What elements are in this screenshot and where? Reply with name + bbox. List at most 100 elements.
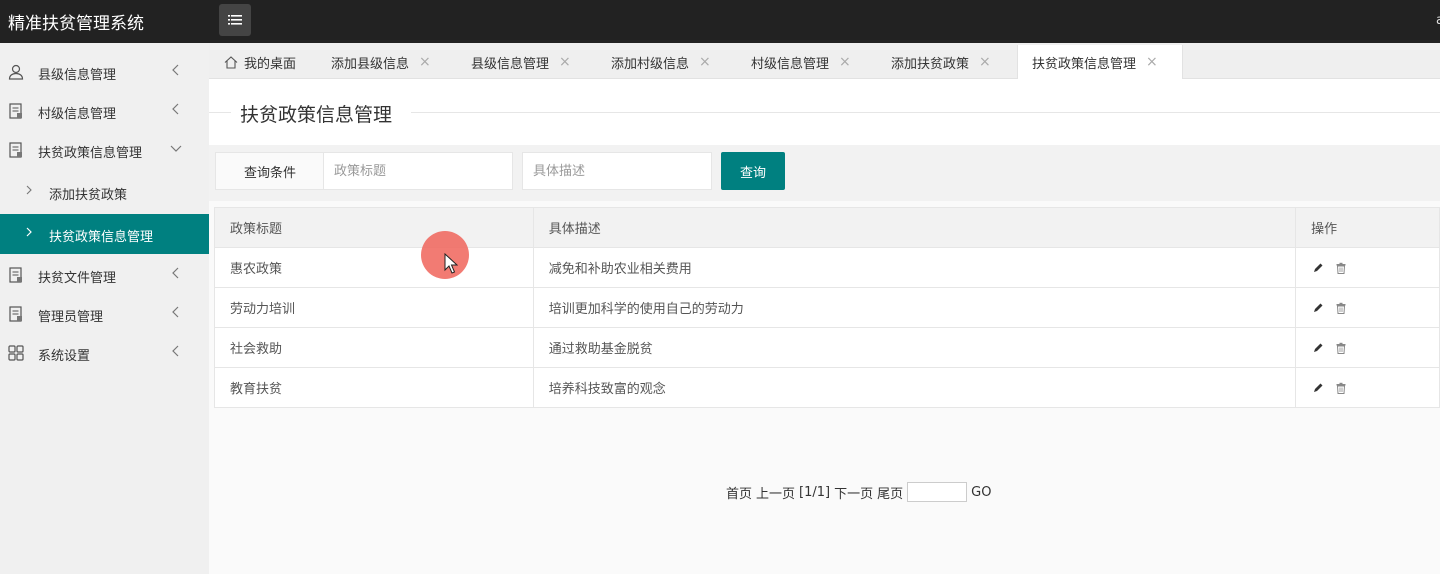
go-button[interactable]: GO xyxy=(971,485,991,500)
sidebar-item-files[interactable]: 扶贫文件管理 xyxy=(0,256,209,294)
close-icon[interactable]: × xyxy=(839,54,851,70)
delete-icon[interactable] xyxy=(1335,342,1347,354)
tab-label: 县级信息管理 xyxy=(471,56,550,72)
sidebar-item-label: 管理员管理 xyxy=(38,310,104,325)
menu-icon xyxy=(228,15,242,25)
delete-icon[interactable] xyxy=(1335,262,1347,274)
page-title: 扶贫政策信息管理 xyxy=(240,100,393,127)
tab-policy-management[interactable]: 扶贫政策信息管理 × xyxy=(1017,45,1183,79)
table-row: 惠农政策 减免和补助农业相关费用 xyxy=(214,247,1440,288)
policy-title-cell: 劳动力培训 xyxy=(214,287,534,328)
actions-cell xyxy=(1295,287,1440,328)
policy-title-cell: 惠农政策 xyxy=(214,247,534,288)
home-icon xyxy=(224,55,238,69)
user-menu-text[interactable]: a xyxy=(1436,13,1440,28)
sidebar-item-label: 扶贫政策信息管理 xyxy=(38,146,143,161)
table-row: 教育扶贫 培养科技致富的观念 xyxy=(214,367,1440,408)
close-icon[interactable]: × xyxy=(979,54,991,70)
header-divider xyxy=(209,112,231,113)
app-title: 精准扶贫管理系统 xyxy=(8,14,144,34)
table-row: 劳动力培训 培训更加科学的使用自己的劳动力 xyxy=(214,287,1440,328)
tab-label: 添加扶贫政策 xyxy=(891,56,970,72)
chevron-down-icon xyxy=(170,145,182,152)
top-bar: 精准扶贫管理系统 a xyxy=(0,0,1440,43)
prev-page-link[interactable]: 上一页 xyxy=(756,483,795,502)
actions-cell xyxy=(1295,367,1440,408)
next-page-link[interactable]: 下一页 xyxy=(834,483,873,502)
search-bar: 查询条件 查询 xyxy=(209,145,1440,201)
grid-icon xyxy=(8,345,24,361)
close-icon[interactable]: × xyxy=(419,54,431,70)
first-page-link[interactable]: 首页 xyxy=(726,483,752,502)
close-icon[interactable]: × xyxy=(559,54,571,70)
sidebar-item-settings[interactable]: 系统设置 xyxy=(0,334,209,372)
edit-icon[interactable] xyxy=(1312,382,1324,394)
policy-description-cell: 减免和补助农业相关费用 xyxy=(532,247,1297,288)
chevron-left-icon xyxy=(172,103,179,115)
policy-description-cell: 通过救助基金脱贫 xyxy=(532,327,1297,368)
policy-title-cell: 教育扶贫 xyxy=(214,367,534,408)
page-indicator: [1/1] xyxy=(799,484,831,500)
policy-title-cell: 社会救助 xyxy=(214,327,534,368)
tab-county-management[interactable]: 县级信息管理 × xyxy=(471,45,571,79)
menu-toggle-button[interactable] xyxy=(219,4,251,36)
tab-add-county[interactable]: 添加县级信息 × xyxy=(331,45,431,79)
document-icon xyxy=(9,267,22,283)
chevron-right-icon xyxy=(26,227,32,237)
sidebar-item-policy-info[interactable]: 扶贫政策信息管理 xyxy=(0,131,209,169)
policy-description-cell: 培训更加科学的使用自己的劳动力 xyxy=(532,287,1297,328)
table-header-row: 政策标题 具体描述 操作 xyxy=(214,207,1440,248)
edit-icon[interactable] xyxy=(1312,342,1324,354)
sidebar-subitem-policy-management[interactable]: 扶贫政策信息管理 xyxy=(0,214,209,254)
column-header: 具体描述 xyxy=(532,207,1297,248)
header-divider xyxy=(411,112,1440,113)
search-label: 查询条件 xyxy=(215,152,325,190)
sidebar-item-label: 村级信息管理 xyxy=(38,107,117,122)
sidebar-item-label: 系统设置 xyxy=(38,349,91,364)
policy-table: 政策标题 具体描述 操作 惠农政策 减免和补助农业相关费用 劳动力培训 培训更加… xyxy=(214,207,1440,408)
table-row: 社会救助 通过救助基金脱贫 xyxy=(214,327,1440,368)
user-icon xyxy=(8,64,24,80)
main-content: 扶贫政策信息管理 查询条件 查询 政策标题 具体描述 操作 惠农政策 减免和补助… xyxy=(209,79,1440,574)
tab-village-management[interactable]: 村级信息管理 × xyxy=(751,45,851,79)
tab-my-desktop[interactable]: 我的桌面 xyxy=(224,45,296,79)
search-button[interactable]: 查询 xyxy=(721,152,785,190)
actions-cell xyxy=(1295,327,1440,368)
pagination: 首页 上一页 [1/1] 下一页 尾页 GO xyxy=(726,482,995,502)
tab-label: 添加县级信息 xyxy=(331,56,410,72)
tab-add-policy[interactable]: 添加扶贫政策 × xyxy=(891,45,991,79)
delete-icon[interactable] xyxy=(1335,302,1347,314)
close-icon[interactable]: × xyxy=(1146,54,1158,70)
tab-label: 扶贫政策信息管理 xyxy=(1032,56,1137,72)
page-number-input[interactable] xyxy=(907,482,968,502)
column-header: 政策标题 xyxy=(214,207,534,248)
document-icon xyxy=(9,142,22,158)
close-icon[interactable]: × xyxy=(699,54,711,70)
column-header: 操作 xyxy=(1295,207,1440,248)
sidebar-item-admins[interactable]: 管理员管理 xyxy=(0,295,209,333)
description-input[interactable] xyxy=(522,152,712,190)
delete-icon[interactable] xyxy=(1335,382,1347,394)
sidebar-item-village-info[interactable]: 村级信息管理 xyxy=(0,92,209,130)
tab-bar: 我的桌面 添加县级信息 × 县级信息管理 × 添加村级信息 × 村级信息管理 ×… xyxy=(209,43,1440,79)
chevron-left-icon xyxy=(172,267,179,279)
edit-icon[interactable] xyxy=(1312,262,1324,274)
edit-icon[interactable] xyxy=(1312,302,1324,314)
document-icon xyxy=(9,103,22,119)
chevron-left-icon xyxy=(172,64,179,76)
policy-title-input[interactable] xyxy=(323,152,513,190)
sidebar-item-label: 扶贫文件管理 xyxy=(38,271,117,286)
tab-add-village[interactable]: 添加村级信息 × xyxy=(611,45,711,79)
tab-label: 我的桌面 xyxy=(244,56,297,72)
last-page-link[interactable]: 尾页 xyxy=(877,483,903,502)
chevron-left-icon xyxy=(172,345,179,357)
mouse-cursor-icon xyxy=(444,253,458,274)
sidebar-subitem-add-policy[interactable]: 添加扶贫政策 xyxy=(0,172,209,212)
sidebar-subitem-label: 添加扶贫政策 xyxy=(49,188,128,203)
policy-description-cell: 培养科技致富的观念 xyxy=(532,367,1297,408)
chevron-right-icon xyxy=(26,185,32,195)
page-header: 扶贫政策信息管理 xyxy=(209,79,1440,145)
document-icon xyxy=(9,306,22,322)
tab-label: 村级信息管理 xyxy=(751,56,830,72)
sidebar-item-county-info[interactable]: 县级信息管理 xyxy=(0,53,209,91)
